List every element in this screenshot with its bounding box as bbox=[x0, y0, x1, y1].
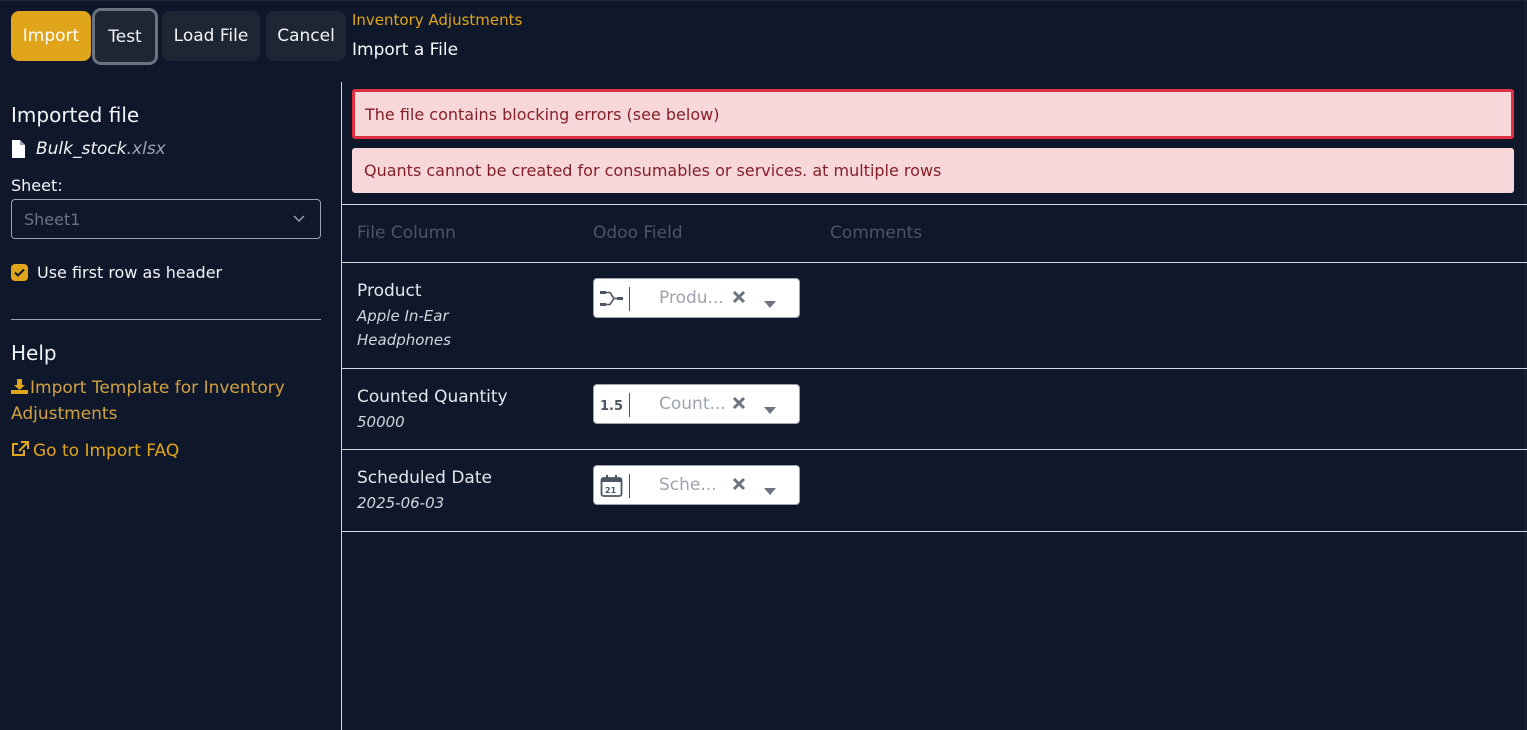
header-file-column: File Column bbox=[357, 223, 456, 243]
row-product-column: Product bbox=[357, 281, 422, 301]
download-icon bbox=[11, 379, 28, 394]
vertical-divider bbox=[341, 82, 342, 730]
blocking-error-text: The file contains blocking errors (see b… bbox=[365, 104, 720, 124]
imported-file-heading: Imported file bbox=[11, 103, 140, 127]
field-icon-separator bbox=[629, 287, 630, 311]
row-counted-quantity-sample: 50000 bbox=[357, 413, 405, 431]
clear-icon[interactable] bbox=[732, 476, 746, 495]
external-link-icon bbox=[12, 441, 29, 456]
table-bottom-divider bbox=[342, 531, 1527, 532]
error-detail-alert: Quants cannot be created for consumables… bbox=[352, 148, 1514, 193]
test-button[interactable]: Test bbox=[92, 8, 158, 65]
clear-icon[interactable] bbox=[732, 395, 746, 414]
row-scheduled-date-field-select[interactable]: 21 Sche... bbox=[593, 465, 800, 505]
use-header-label: Use first row as header bbox=[37, 263, 223, 282]
svg-text:21: 21 bbox=[605, 486, 617, 495]
field-icon-separator bbox=[629, 393, 630, 417]
table-top-divider bbox=[342, 204, 1527, 205]
use-header-checkbox[interactable] bbox=[11, 264, 28, 281]
header-comments: Comments bbox=[830, 223, 923, 243]
row-product-field-select[interactable]: Produ... bbox=[593, 278, 800, 318]
table-header-divider bbox=[342, 262, 1527, 263]
row-scheduled-date-sample: 2025-06-03 bbox=[357, 494, 445, 512]
field-icon-separator bbox=[629, 474, 630, 498]
error-detail-text: Quants cannot be created for consumables… bbox=[364, 161, 942, 180]
caret-down-icon[interactable] bbox=[764, 400, 776, 419]
float-icon: 1.5 bbox=[600, 394, 624, 416]
file-name: Bulk_stock bbox=[36, 139, 127, 159]
cancel-button[interactable]: Cancel bbox=[266, 11, 346, 61]
help-heading: Help bbox=[11, 341, 57, 365]
header-odoo-field: Odoo Field bbox=[593, 223, 683, 243]
row-divider bbox=[342, 449, 1527, 450]
caret-down-icon[interactable] bbox=[764, 294, 776, 313]
row-counted-quantity-field-select[interactable]: 1.5 Count... bbox=[593, 384, 800, 424]
row-scheduled-date-column: Scheduled Date bbox=[357, 468, 492, 488]
import-template-link-text: Import Template for Inventory Adjustment… bbox=[11, 378, 285, 424]
row-counted-quantity-column: Counted Quantity bbox=[357, 387, 508, 407]
file-icon bbox=[11, 140, 25, 158]
calendar-icon: 21 bbox=[600, 475, 624, 497]
import-template-link[interactable]: Import Template for Inventory Adjustment… bbox=[11, 375, 311, 427]
use-header-option[interactable]: Use first row as header bbox=[11, 263, 222, 282]
check-icon bbox=[14, 268, 25, 277]
page-title: Import a File bbox=[352, 40, 459, 60]
import-faq-link[interactable]: Go to Import FAQ bbox=[11, 438, 179, 464]
chevron-down-icon bbox=[292, 210, 306, 229]
row-scheduled-date-field-value: Sche... bbox=[659, 475, 717, 495]
import-button[interactable]: Import bbox=[11, 11, 91, 61]
sheet-select-value: Sheet1 bbox=[24, 209, 81, 229]
sheet-select[interactable]: Sheet1 bbox=[11, 199, 321, 239]
row-product-sample: Apple In-Ear Headphones bbox=[357, 307, 451, 349]
load-file-button[interactable]: Load File bbox=[162, 11, 260, 61]
breadcrumb-parent[interactable]: Inventory Adjustments bbox=[352, 11, 522, 29]
svg-text:1.5: 1.5 bbox=[600, 399, 623, 414]
sheet-label: Sheet: bbox=[11, 176, 63, 195]
sidebar-divider bbox=[11, 319, 321, 320]
many2one-icon bbox=[600, 288, 624, 310]
row-divider bbox=[342, 368, 1527, 369]
caret-down-icon[interactable] bbox=[764, 481, 776, 500]
import-faq-link-text: Go to Import FAQ bbox=[33, 441, 180, 461]
row-product-field-value: Produ... bbox=[659, 288, 724, 308]
row-counted-quantity-field-value: Count... bbox=[659, 394, 726, 414]
clear-icon[interactable] bbox=[732, 289, 746, 308]
file-extension: .xlsx bbox=[126, 139, 166, 159]
blocking-error-alert: The file contains blocking errors (see b… bbox=[352, 89, 1514, 139]
imported-file: Bulk_stock .xlsx bbox=[11, 139, 166, 159]
